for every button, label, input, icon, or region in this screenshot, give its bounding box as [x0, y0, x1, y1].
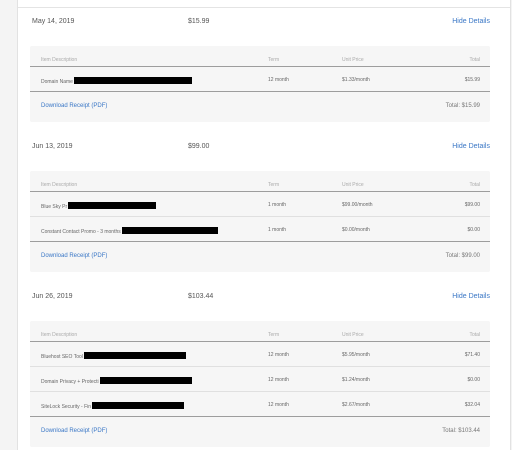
column-header-term: Term: [268, 332, 280, 338]
item-unit-price: $5.95/month: [342, 352, 370, 358]
table-row: SiteLock Security - Fin 12 month $2.67/m…: [30, 392, 490, 417]
item-term: 12 month: [268, 402, 289, 408]
order-footer: Download Receipt (PDF) Total: $15.99: [30, 92, 490, 122]
order-block: Jun 13, 2019 $99.00 Hide Details Item De…: [18, 140, 510, 272]
column-header-description: Item Description: [41, 332, 78, 338]
order-amount: $99.00: [188, 143, 210, 150]
order-total: Total: $15.99: [445, 103, 480, 109]
order-header: Jun 26, 2019 $103.44 Hide Details: [18, 290, 510, 308]
item-term: 12 month: [268, 352, 289, 358]
hide-details-link[interactable]: Hide Details: [452, 143, 490, 150]
order-amount: $15.99: [188, 18, 210, 25]
download-receipt-link[interactable]: Download Receipt (PDF): [41, 428, 107, 434]
order-header: Jun 13, 2019 $99.00 Hide Details: [18, 140, 510, 158]
table-header: Item Description Term Unit Price Total: [30, 171, 490, 192]
column-header-term: Term: [268, 57, 280, 63]
table-row: Bluehost SEO Tool 12 month $5.95/month $…: [30, 342, 490, 367]
item-description: Blue Sky Pr: [41, 202, 157, 210]
table-header: Item Description Term Unit Price Total: [30, 321, 490, 342]
hide-details-link[interactable]: Hide Details: [452, 293, 490, 300]
column-header-description: Item Description: [41, 182, 78, 188]
item-total: $0.00: [467, 377, 480, 383]
redaction-bar: [73, 77, 192, 84]
redaction-bar: [68, 202, 157, 209]
order-footer: Download Receipt (PDF) Total: $103.44: [30, 417, 490, 447]
table-row: Domain Name 12 month $1.33/month $15.99: [30, 67, 490, 92]
item-description: Domain Privacy + Protecti: [41, 377, 192, 385]
item-term: 1 month: [268, 227, 287, 233]
order-total: Total: $99.00: [445, 253, 480, 259]
item-unit-price: $1.33/month: [342, 77, 370, 83]
item-description: SiteLock Security - Fin: [41, 402, 185, 410]
table-row: Blue Sky Pr 1 month $99.00/month $99.00: [30, 192, 490, 217]
billing-history-card: May 14, 2019 $15.99 Hide Details Item De…: [17, 0, 511, 450]
order-date: Jun 26, 2019: [32, 293, 73, 300]
order-header: May 14, 2019 $15.99 Hide Details: [18, 15, 510, 33]
item-term: 1 month: [268, 202, 287, 208]
item-term: 12 month: [268, 77, 289, 83]
column-header-unit-price: Unit Price: [342, 57, 364, 63]
column-header-total: Total: [469, 182, 480, 188]
column-header-description: Item Description: [41, 57, 78, 63]
order-amount: $103.44: [188, 293, 214, 300]
table-row: Domain Privacy + Protecti 12 month $1.24…: [30, 367, 490, 392]
order-date: May 14, 2019: [32, 18, 75, 25]
item-total: $99.00: [464, 202, 480, 208]
item-unit-price: $2.67/month: [342, 402, 370, 408]
table-row: Constant Contact Promo - 3 months 1 mont…: [30, 217, 490, 242]
redaction-bar: [99, 377, 192, 384]
item-term: 12 month: [268, 377, 289, 383]
download-receipt-link[interactable]: Download Receipt (PDF): [41, 253, 107, 259]
redaction-bar: [121, 227, 218, 234]
download-receipt-link[interactable]: Download Receipt (PDF): [41, 103, 107, 109]
item-total: $0.00: [467, 227, 480, 233]
order-block: Jun 26, 2019 $103.44 Hide Details Item D…: [18, 290, 510, 447]
order-date: Jun 13, 2019: [32, 143, 73, 150]
item-total: $32.04: [464, 402, 480, 408]
item-total: $15.99: [464, 77, 480, 83]
order-details-panel: Item Description Term Unit Price Total B…: [30, 321, 490, 447]
item-unit-price: $1.24/month: [342, 377, 370, 383]
column-header-unit-price: Unit Price: [342, 182, 364, 188]
item-description: Constant Contact Promo - 3 months: [41, 227, 218, 235]
order-total: Total: $103.44: [442, 428, 480, 434]
column-header-unit-price: Unit Price: [342, 332, 364, 338]
order-details-panel: Item Description Term Unit Price Total B…: [30, 171, 490, 272]
item-unit-price: $99.00/month: [342, 202, 373, 208]
item-total: $71.40: [464, 352, 480, 358]
column-header-total: Total: [469, 57, 480, 63]
item-description: Bluehost SEO Tool: [41, 352, 186, 360]
table-header: Item Description Term Unit Price Total: [30, 46, 490, 67]
column-header-total: Total: [469, 332, 480, 338]
redaction-bar: [83, 352, 186, 359]
column-header-term: Term: [268, 182, 280, 188]
divider: [18, 7, 510, 8]
order-footer: Download Receipt (PDF) Total: $99.00: [30, 242, 490, 272]
order-details-panel: Item Description Term Unit Price Total D…: [30, 46, 490, 122]
hide-details-link[interactable]: Hide Details: [452, 18, 490, 25]
redaction-bar: [92, 402, 185, 409]
order-block: May 14, 2019 $15.99 Hide Details Item De…: [18, 15, 510, 122]
item-description: Domain Name: [41, 77, 192, 85]
item-unit-price: $0.00/month: [342, 227, 370, 233]
